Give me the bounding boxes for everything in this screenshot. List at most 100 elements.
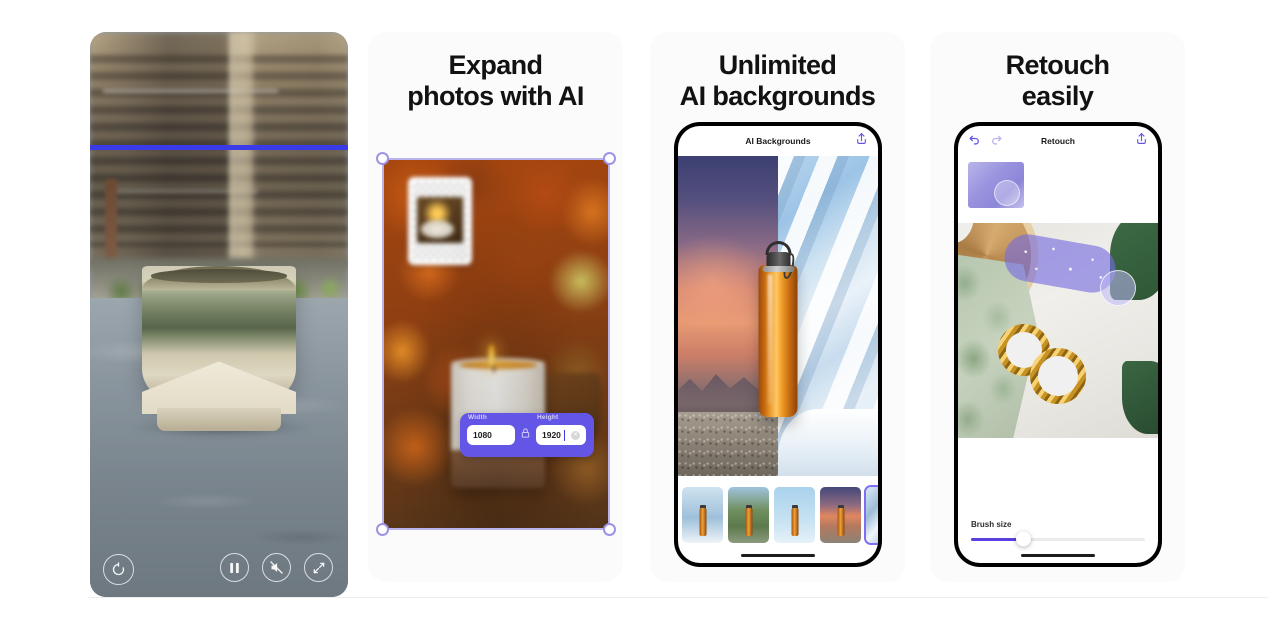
- video-preview-card[interactable]: [90, 32, 348, 597]
- height-label: Height: [537, 414, 559, 421]
- replay-button[interactable]: [103, 554, 134, 585]
- retouch-title: Retouch easily: [930, 50, 1185, 112]
- candle-wax: [459, 361, 537, 369]
- width-value: 1080: [473, 430, 492, 440]
- height-field-group: Height 1920 ×: [536, 414, 586, 445]
- fence-slats: [90, 54, 348, 247]
- home-indicator: [741, 553, 815, 557]
- redo-icon: [992, 135, 1002, 145]
- retouch-title-line2: easily: [1021, 80, 1094, 111]
- list-item-selected[interactable]: [866, 487, 878, 543]
- source-thumbnail[interactable]: [408, 177, 472, 265]
- resize-handle-top-left[interactable]: [376, 152, 389, 165]
- bottle-highlight: [767, 273, 773, 405]
- width-input[interactable]: 1080: [467, 425, 515, 445]
- list-item[interactable]: [820, 487, 861, 543]
- undo-icon: [969, 135, 979, 145]
- thumb-bottle: [745, 508, 752, 537]
- list-item[interactable]: [728, 487, 769, 543]
- share-icon: [857, 133, 866, 144]
- resize-handle-bottom-right[interactable]: [603, 523, 616, 536]
- snow-ground: [778, 408, 878, 476]
- background-preview-photo[interactable]: [678, 156, 878, 476]
- brush-size-control: Brush size: [958, 520, 1158, 547]
- candle-photo: [384, 160, 608, 528]
- green-leaf-bottom: [1122, 360, 1158, 434]
- water-bottle-subject: [758, 240, 798, 417]
- replay-icon: [112, 562, 125, 576]
- bottle-cap-ring: [762, 265, 794, 272]
- resize-handle-bottom-left[interactable]: [376, 523, 389, 536]
- redo-button[interactable]: [990, 132, 1003, 150]
- backgrounds-topbar: AI Backgrounds: [678, 126, 878, 156]
- bg-title-line2: AI backgrounds: [679, 80, 876, 111]
- text-caret: [563, 429, 566, 441]
- retouch-topbar: Retouch: [958, 126, 1158, 156]
- bowl-glaze-chevron: [141, 361, 297, 415]
- resize-handle-top-right[interactable]: [603, 152, 616, 165]
- ceramic-bowl: [141, 266, 297, 415]
- bottom-divider: [88, 597, 1268, 598]
- brush-size-knob[interactable]: [1015, 531, 1031, 547]
- mute-icon: [270, 561, 283, 574]
- height-value: 1920: [542, 430, 561, 440]
- candle-wick: [492, 366, 495, 373]
- clear-icon[interactable]: ×: [571, 430, 580, 440]
- mute-button[interactable]: [262, 553, 291, 582]
- brush-size-slider[interactable]: [971, 531, 1145, 547]
- list-item[interactable]: [774, 487, 815, 543]
- retouch-card: Retouch easily Retouch Brush size: [930, 32, 1185, 582]
- background-thumbnail-strip[interactable]: [678, 484, 878, 546]
- share-button[interactable]: [1135, 132, 1148, 150]
- light-pillar: [229, 32, 253, 281]
- size-control-panel: Width 1080 Height 1920 ×: [460, 413, 594, 457]
- undo-button[interactable]: [968, 132, 981, 150]
- thumb-bottle: [699, 508, 706, 537]
- backgrounds-topbar-title: AI Backgrounds: [745, 136, 811, 146]
- share-button[interactable]: [855, 132, 868, 150]
- width-field-group: Width 1080: [467, 414, 515, 445]
- retouch-preview-thumbnail[interactable]: [968, 162, 1024, 208]
- gold-hoop-earring-right: [1030, 348, 1086, 404]
- phone-screen-retouch: Retouch Brush size: [958, 126, 1158, 563]
- phone-screen-backgrounds: AI Backgrounds: [678, 126, 878, 563]
- candle-rim: [451, 358, 546, 370]
- candle-flame: [488, 344, 496, 366]
- ai-backgrounds-title: Unlimited AI backgrounds: [650, 50, 905, 112]
- history-controls: [968, 132, 1003, 150]
- phone-mockup-backgrounds: AI Backgrounds: [674, 122, 882, 567]
- expand-photos-card: Expand photos with AI Width 1080 Height …: [368, 32, 623, 582]
- brush-cursor[interactable]: [1100, 270, 1136, 307]
- retouch-title-line1: Retouch: [1005, 50, 1110, 80]
- expand-title-line1: Expand: [448, 50, 544, 80]
- expand-photos-title: Expand photos with AI: [368, 50, 623, 112]
- bowl-interior: [150, 269, 288, 283]
- video-progress-line[interactable]: [90, 145, 348, 150]
- retouch-photo-canvas[interactable]: [958, 223, 1158, 438]
- pause-button[interactable]: [220, 553, 249, 582]
- phone-mockup-retouch: Retouch Brush size: [954, 122, 1162, 567]
- expand-icon: [313, 562, 324, 573]
- sunset-gravel-texture: [678, 412, 778, 476]
- expand-title-line2: photos with AI: [407, 80, 584, 111]
- share-icon: [1137, 133, 1146, 144]
- thumb-bottle: [837, 508, 844, 537]
- transparency-checkerboard: [412, 181, 468, 261]
- aspect-lock-button[interactable]: [520, 426, 531, 444]
- bowl-base: [157, 407, 281, 432]
- thumbnail-photo: [417, 197, 463, 243]
- thumb-bottle: [791, 508, 798, 537]
- home-indicator: [1021, 553, 1095, 557]
- expand-selection-frame[interactable]: [376, 152, 616, 536]
- list-item[interactable]: [682, 487, 723, 543]
- video-controls: [90, 533, 348, 597]
- video-frame: [90, 32, 348, 597]
- ai-backgrounds-card: Unlimited AI backgrounds AI Backgrounds: [650, 32, 905, 582]
- bg-title-line1: Unlimited: [718, 50, 837, 80]
- height-input[interactable]: 1920 ×: [536, 425, 586, 445]
- screenshot-root: Expand photos with AI Width 1080 Height …: [0, 0, 1280, 632]
- pause-icon: [230, 562, 239, 573]
- fullscreen-button[interactable]: [304, 553, 333, 582]
- wooden-tray-inner: [958, 223, 974, 243]
- lock-icon: [521, 428, 530, 438]
